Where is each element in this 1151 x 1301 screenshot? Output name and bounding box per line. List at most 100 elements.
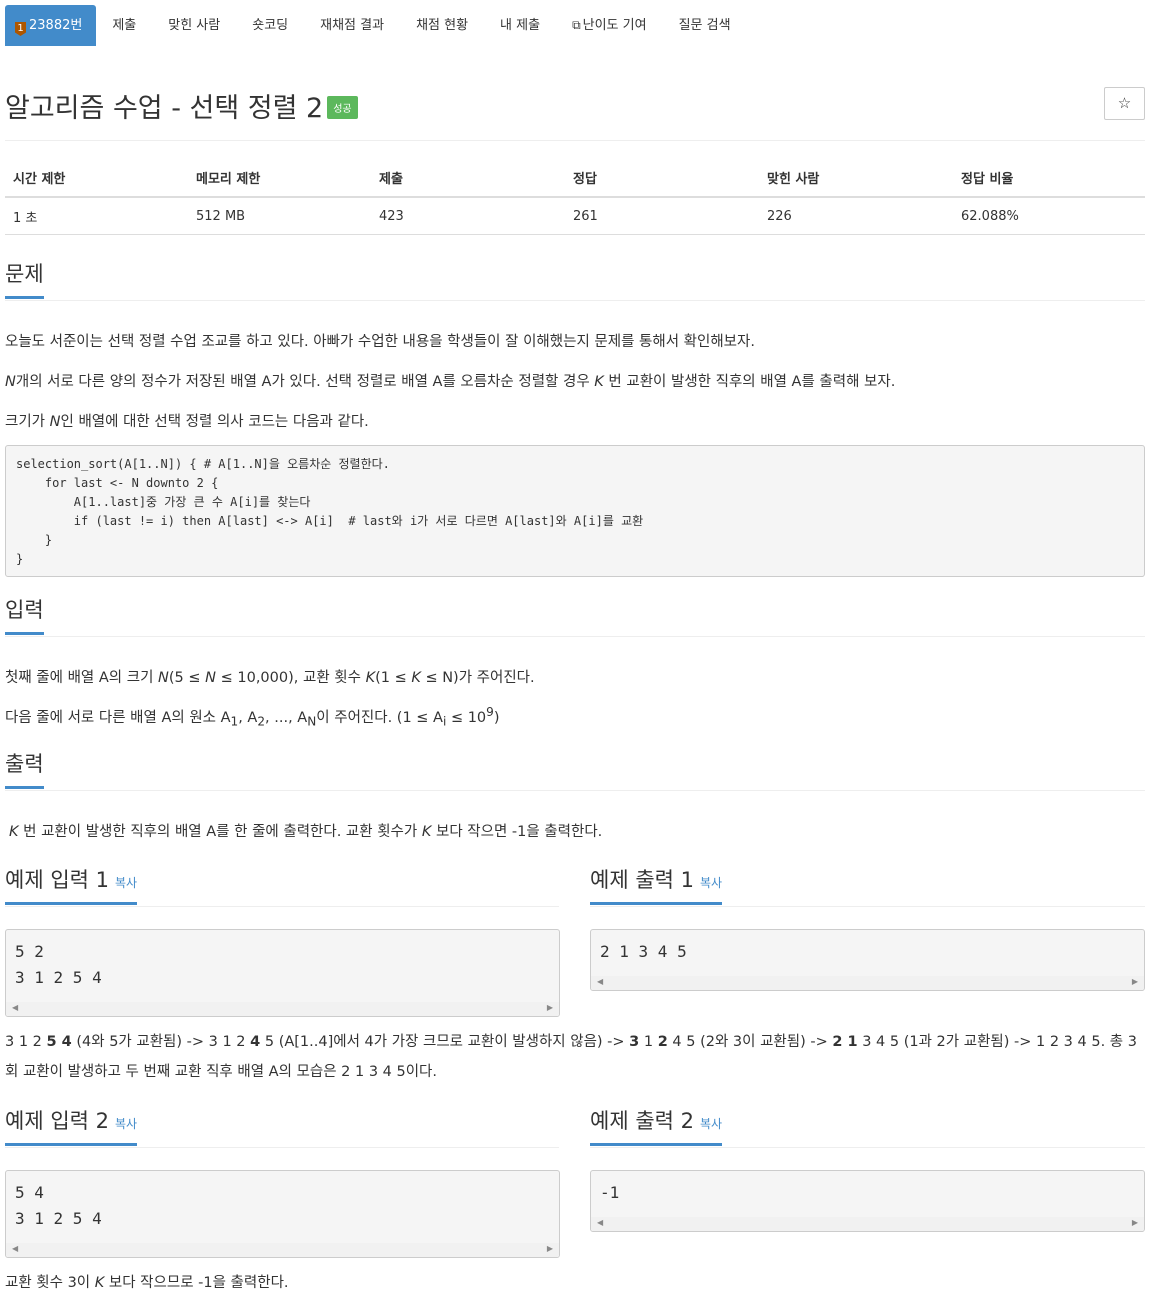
- text: 이 주어진다. (1 ≤ A: [316, 709, 443, 726]
- sample-output-1-box[interactable]: 2 1 3 4 5 ◀ ▶: [590, 929, 1145, 991]
- subscript: 2: [257, 714, 266, 729]
- sample-input-1-text: 5 2 3 1 2 5 4: [15, 942, 102, 987]
- scroll-right-icon[interactable]: ▶: [547, 1003, 553, 1012]
- scroll-right-icon[interactable]: ▶: [1132, 977, 1138, 986]
- table-cell: 1 초: [5, 197, 188, 235]
- sample-output-1-text: 2 1 3 4 5: [600, 942, 687, 961]
- table-header-row: 시간 제한 메모리 제한 제출 정답 맞힌 사람 정답 비율: [5, 160, 1145, 198]
- scroll-right-icon[interactable]: ▶: [547, 1244, 553, 1253]
- scroll-right-icon[interactable]: ▶: [1132, 1218, 1138, 1227]
- table-row: 1 초 512 MB 423 261 226 62.088%: [5, 197, 1145, 235]
- scroll-left-icon[interactable]: ◀: [597, 1218, 603, 1227]
- section-problem-header: 문제: [5, 258, 1145, 301]
- table-cell: 512 MB: [188, 197, 371, 235]
- scroll-left-icon[interactable]: ◀: [12, 1003, 18, 1012]
- text: , A: [238, 709, 258, 726]
- sample-input-1-box[interactable]: 5 2 3 1 2 5 4 ◀ ▶: [5, 929, 560, 1017]
- problem-desc-p2: N개의 서로 다른 양의 정수가 저장된 배열 A가 있다. 선택 정렬로 배열…: [5, 370, 895, 391]
- table-cell: 226: [759, 197, 953, 235]
- text: 번 교환이 발생한 직후의 배열 A를 한 줄에 출력한다. 교환 횟수가: [18, 824, 422, 840]
- tab-difficulty-contrib[interactable]: ⧉ 난이도 기여: [556, 5, 663, 46]
- tab-question-search[interactable]: 질문 검색: [663, 5, 747, 46]
- text: ≤ 10: [446, 709, 487, 726]
- text: 크기가: [5, 414, 50, 430]
- sample-1-explanation: 3 1 2 5 4 (4와 5가 교환됨) -> 3 1 2 4 5 (A[1.…: [5, 1027, 1145, 1087]
- text: 예제 입력 1: [5, 868, 109, 892]
- var-k: K: [421, 824, 432, 840]
- var-k: K: [411, 670, 421, 686]
- section-sample-output-2-header: 예제 출력 2 복사: [590, 1105, 1145, 1148]
- table-header-cell: 시간 제한: [5, 160, 188, 198]
- var-n: N: [49, 414, 61, 430]
- copy-button[interactable]: 복사: [700, 1117, 722, 1131]
- table-cell: 423: [371, 197, 565, 235]
- var-n: N: [5, 374, 16, 390]
- text: 5 (A[1..4]에서 4가 가장 크므로 교환이 발생하지 않음) ->: [260, 1034, 630, 1050]
- var-n: N: [205, 670, 216, 686]
- text: ≤ 10,000), 교환 횟수: [216, 670, 366, 686]
- tab-short-coding[interactable]: 숏코딩: [236, 5, 304, 46]
- tab-problem[interactable]: 1 23882번: [5, 5, 97, 46]
- text: 4 5 (2와 3이 교환됨) ->: [667, 1034, 833, 1050]
- divider: [5, 140, 1145, 141]
- sample-2-explanation: 교환 횟수 3이 K 보다 작으므로 -1을 출력한다.: [5, 1271, 289, 1292]
- section-output-header: 출력: [5, 748, 1145, 791]
- var-k: K: [365, 670, 376, 686]
- star-button[interactable]: ☆: [1104, 87, 1145, 120]
- tab-submit[interactable]: 제출: [96, 5, 152, 46]
- tab-solvers[interactable]: 맞힌 사람: [152, 5, 236, 46]
- table-cell: 261: [565, 197, 759, 235]
- bold-text: 4: [250, 1034, 261, 1050]
- section-problem-title: 문제: [5, 258, 44, 299]
- horizontal-scrollbar[interactable]: ◀ ▶: [6, 1243, 559, 1257]
- text: 번 교환이 발생한 직후의 배열 A를 출력해 보자.: [603, 374, 896, 390]
- sample-output-1-title: 예제 출력 1 복사: [590, 864, 723, 905]
- section-input-title: 입력: [5, 594, 44, 635]
- status-badge: 성공: [327, 96, 358, 119]
- section-input-header: 입력: [5, 594, 1145, 637]
- var-k: K: [9, 824, 19, 840]
- superscript: 9: [486, 705, 494, 719]
- bold-text: 2: [657, 1034, 668, 1050]
- copy-button[interactable]: 복사: [700, 876, 722, 890]
- var-k: K: [594, 374, 604, 390]
- table-header-cell: 맞힌 사람: [759, 160, 953, 198]
- section-sample-input-1-header: 예제 입력 1 복사: [5, 864, 559, 907]
- table-header-cell: 제출: [371, 160, 565, 198]
- var-n: N: [158, 670, 169, 686]
- text: 예제 출력 2: [590, 1109, 694, 1133]
- tab-my-submissions[interactable]: 내 제출: [484, 5, 556, 46]
- text: 보다 작으면 -1을 출력한다.: [431, 824, 603, 840]
- copy-button[interactable]: 복사: [115, 876, 137, 890]
- text: 다음 줄에 서로 다른 배열 A의 원소 A: [5, 709, 231, 726]
- sample-output-2-box[interactable]: -1 ◀ ▶: [590, 1170, 1145, 1232]
- horizontal-scrollbar[interactable]: ◀ ▶: [6, 1002, 559, 1016]
- text: 1: [639, 1034, 658, 1050]
- tab-rejudge-result[interactable]: 재채점 결과: [304, 5, 400, 46]
- text: 교환 횟수 3이: [5, 1275, 95, 1291]
- horizontal-scrollbar[interactable]: ◀ ▶: [591, 1217, 1144, 1231]
- sample-input-2-text: 5 4 3 1 2 5 4: [15, 1183, 102, 1228]
- table-cell: 62.088%: [953, 197, 1145, 235]
- scroll-left-icon[interactable]: ◀: [12, 1244, 18, 1253]
- pseudocode-block: selection_sort(A[1..N]) { # A[1..N]을 오름차…: [5, 445, 1145, 577]
- text: 예제 입력 2: [5, 1109, 109, 1133]
- problem-info-table: 시간 제한 메모리 제한 제출 정답 맞힌 사람 정답 비율 1 초 512 M…: [5, 160, 1145, 235]
- sample-output-2-text: -1: [600, 1183, 620, 1202]
- difficulty-contrib-label: 난이도 기여: [582, 18, 647, 33]
- sample-input-2-box[interactable]: 5 4 3 1 2 5 4 ◀ ▶: [5, 1170, 560, 1258]
- sample-output-2-title: 예제 출력 2 복사: [590, 1105, 723, 1146]
- tab-status[interactable]: 채점 현황: [400, 5, 484, 46]
- horizontal-scrollbar[interactable]: ◀ ▶: [591, 976, 1144, 990]
- sample-input-2-title: 예제 입력 2 복사: [5, 1105, 138, 1146]
- scroll-left-icon[interactable]: ◀: [597, 977, 603, 986]
- text: 3 1 2: [5, 1034, 47, 1050]
- copy-button[interactable]: 복사: [115, 1117, 137, 1131]
- text: ): [493, 709, 500, 726]
- text: 개의 서로 다른 양의 정수가 저장된 배열 A가 있다. 선택 정렬로 배열 …: [15, 374, 595, 390]
- problem-menu-tabs: 1 23882번 제출 맞힌 사람 숏코딩 재채점 결과 채점 현황 내 제출 ⧉…: [5, 5, 747, 46]
- sample-input-1-title: 예제 입력 1 복사: [5, 864, 138, 905]
- output-desc: K 번 교환이 발생한 직후의 배열 A를 한 줄에 출력한다. 교환 횟수가 …: [9, 820, 602, 841]
- bold-text: 2 1: [832, 1034, 858, 1050]
- external-link-icon: ⧉: [572, 18, 581, 32]
